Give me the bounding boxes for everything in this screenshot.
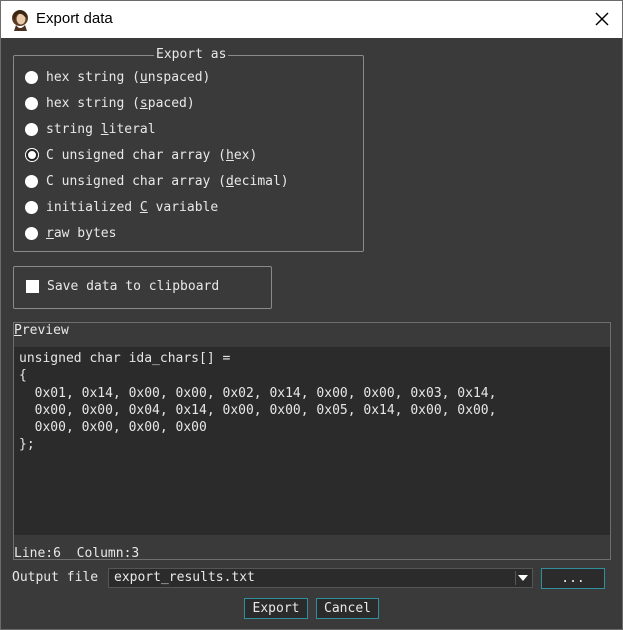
export-data-dialog: Export data Export as hex string (unspac… bbox=[0, 0, 623, 630]
radio-button-selected[interactable] bbox=[26, 149, 38, 161]
export-as-group: Export as hex string (unspaced) hex stri… bbox=[13, 47, 364, 252]
radio-label: C unsigned char array (hex) bbox=[46, 147, 258, 163]
radio-string-literal[interactable]: string literal bbox=[25, 120, 156, 138]
code-line: }; bbox=[19, 437, 35, 452]
export-button[interactable]: Export bbox=[244, 598, 308, 619]
radio-button[interactable] bbox=[25, 122, 38, 136]
output-file-combobox[interactable]: export_results.txt bbox=[108, 568, 533, 588]
radio-c-array-decimal[interactable]: C unsigned char array (decimal) bbox=[25, 172, 289, 190]
code-line: unsigned char ida_chars[] = bbox=[19, 351, 231, 366]
save-to-clipboard-label: Save data to clipboard bbox=[47, 279, 220, 294]
output-file-label: Output file bbox=[12, 570, 99, 585]
radio-label: raw bytes bbox=[46, 225, 117, 241]
close-icon[interactable] bbox=[592, 9, 612, 29]
radio-raw-bytes[interactable]: raw bytes bbox=[25, 224, 116, 242]
radio-label: C unsigned char array (decimal) bbox=[46, 173, 289, 189]
chevron-down-icon[interactable] bbox=[515, 571, 530, 585]
browse-button[interactable]: ... bbox=[541, 568, 605, 589]
preview-label: Preview bbox=[14, 323, 69, 338]
radio-button[interactable] bbox=[25, 70, 38, 84]
code-line: 0x00, 0x00, 0x00, 0x00 bbox=[19, 420, 207, 435]
radio-button[interactable] bbox=[25, 174, 38, 188]
preview-editor[interactable]: unsigned char ida_chars[] = { 0x01, 0x14… bbox=[14, 347, 610, 535]
radio-button[interactable] bbox=[25, 226, 38, 240]
radio-hex-unspaced[interactable]: hex string (unspaced) bbox=[25, 68, 210, 86]
radio-label: initialized C variable bbox=[46, 199, 219, 215]
output-file-value[interactable]: export_results.txt bbox=[114, 570, 255, 586]
radio-button[interactable] bbox=[25, 96, 38, 110]
radio-initialized-c-variable[interactable]: initialized C variable bbox=[25, 198, 218, 216]
radio-c-array-hex[interactable]: C unsigned char array (hex) bbox=[25, 146, 257, 164]
save-to-clipboard-checkbox[interactable] bbox=[26, 280, 39, 293]
save-to-clipboard-checkbox-row[interactable]: Save data to clipboard bbox=[26, 279, 219, 294]
window-title: Export data bbox=[36, 10, 113, 27]
preview-panel: Preview unsigned char ida_chars[] = { 0x… bbox=[13, 322, 611, 561]
cancel-button[interactable]: Cancel bbox=[316, 598, 379, 619]
radio-label: hex string (spaced) bbox=[46, 95, 195, 111]
radio-button[interactable] bbox=[25, 200, 38, 214]
cursor-position-status: Line:6 Column:3 bbox=[14, 546, 140, 561]
export-as-legend: Export as bbox=[154, 47, 229, 63]
code-line: 0x00, 0x00, 0x04, 0x14, 0x00, 0x00, 0x05… bbox=[19, 403, 497, 418]
clipboard-group: Save data to clipboard bbox=[13, 266, 272, 309]
dialog-content: Export as hex string (unspaced) hex stri… bbox=[1, 38, 622, 629]
app-logo-icon bbox=[12, 10, 28, 31]
radio-hex-spaced[interactable]: hex string (spaced) bbox=[25, 94, 195, 112]
radio-label: hex string (unspaced) bbox=[46, 69, 211, 85]
code-line: 0x01, 0x14, 0x00, 0x00, 0x02, 0x14, 0x00… bbox=[19, 386, 497, 401]
title-bar: Export data bbox=[1, 1, 622, 38]
code-line: { bbox=[19, 368, 27, 383]
radio-label: string literal bbox=[46, 121, 156, 137]
